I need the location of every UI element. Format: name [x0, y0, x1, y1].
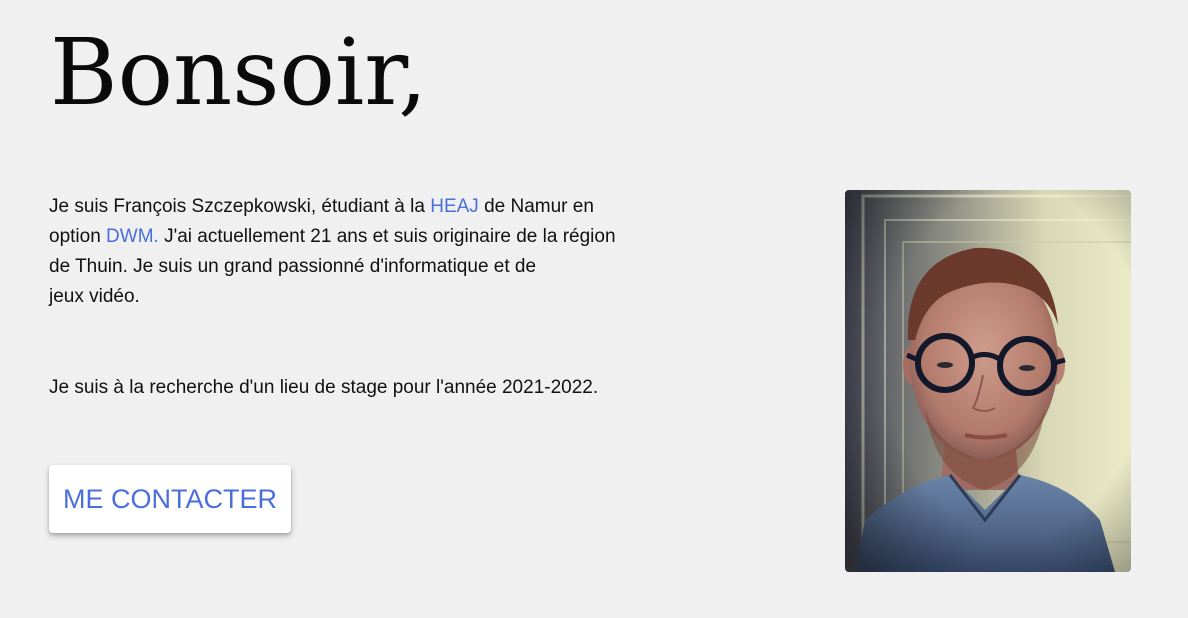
intro-text: J'ai actuellement 21 ans et suis origina…: [158, 226, 616, 247]
page: Bonsoir, Je suis François Szczepkowski, …: [0, 0, 1188, 618]
greeting-heading: Bonsoir,: [50, 19, 428, 126]
portrait-photo: [845, 190, 1131, 572]
intro-line-2: option DWM. J'ai actuellement 21 ans et …: [49, 222, 659, 252]
intro-paragraph: Je suis François Szczepkowski, étudiant …: [49, 192, 659, 312]
intro-line-3: de Thuin. Je suis un grand passionné d'i…: [49, 256, 537, 277]
contact-button[interactable]: ME CONTACTER: [49, 465, 291, 533]
intro-text: de Namur en: [478, 196, 594, 217]
heaj-link[interactable]: HEAJ: [430, 196, 479, 217]
intro-text: option: [49, 226, 107, 247]
dwm-link[interactable]: DWM.: [106, 226, 159, 247]
intro-line-1: Je suis François Szczepkowski, étudiant …: [49, 192, 659, 222]
intro-text: Je suis François Szczepkowski, étudiant …: [49, 196, 431, 217]
intro-line-4: jeux vidéo.: [49, 286, 140, 307]
internship-text: Je suis à la recherche d'un lieu de stag…: [49, 377, 599, 398]
